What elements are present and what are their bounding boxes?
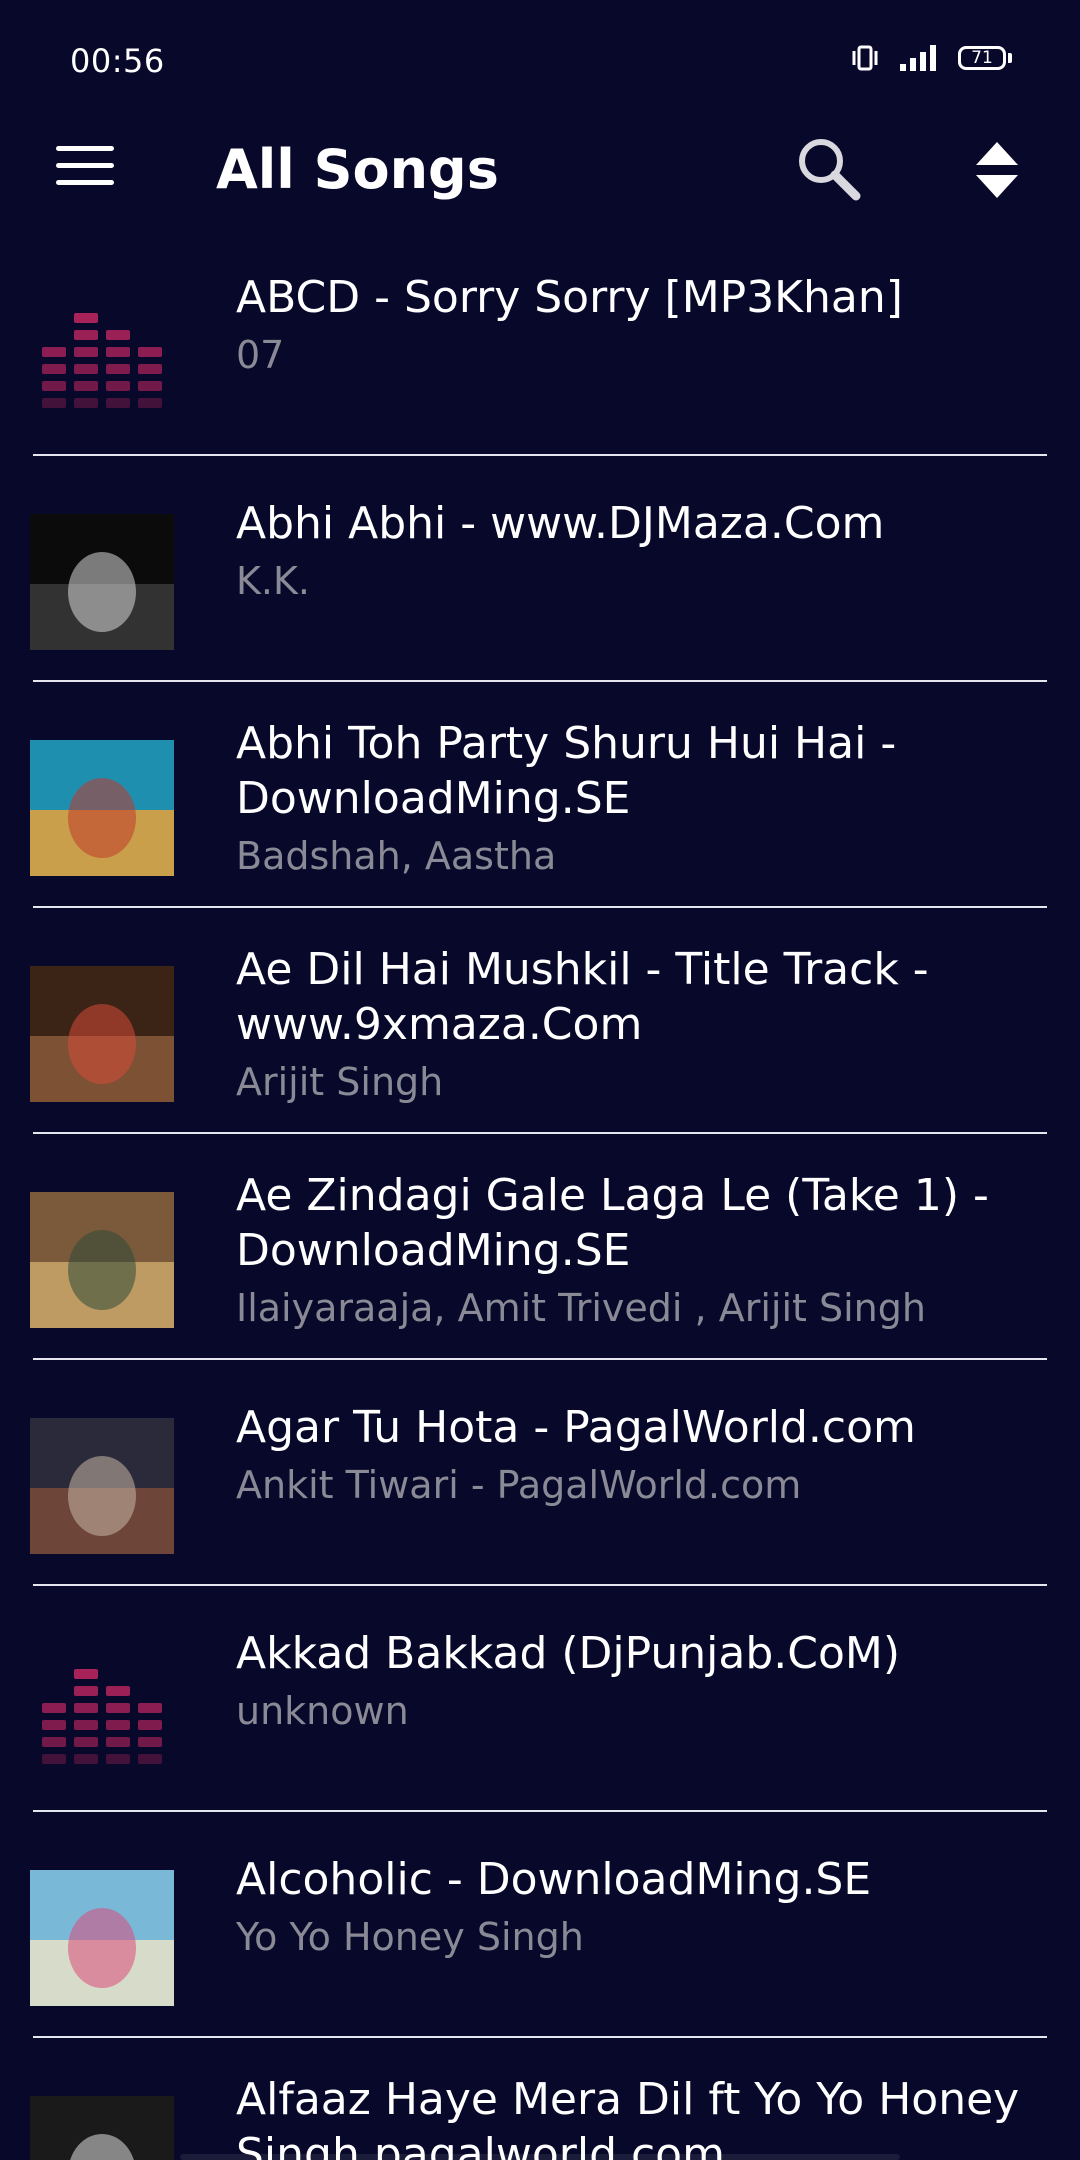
song-title: Agar Tu Hota - PagalWorld.com: [236, 1402, 916, 1453]
song-text: Abhi Toh Party Shuru Hui Hai - DownloadMi…: [236, 716, 1056, 886]
album-cover: [30, 1418, 174, 1554]
battery-level: 71: [958, 46, 1006, 70]
sort-icon[interactable]: [974, 140, 1020, 200]
song-list: ABCD - Sorry Sorry [MP3Khan] 07 Abhi Abhi …: [0, 230, 1080, 2160]
signal-icon: [900, 45, 936, 71]
song-row[interactable]: Alcoholic - DownloadMing.SE Yo Yo Honey S…: [0, 1812, 1080, 2038]
song-artist: 07: [236, 333, 285, 377]
song-title: www.9xmaza.Com: [236, 999, 643, 1050]
song-title: DownloadMing.SE: [236, 1225, 631, 1276]
battery-icon: 71: [958, 46, 1012, 70]
status-icons: 71: [850, 44, 1012, 72]
song-artist: Badshah, Aastha: [236, 834, 557, 878]
song-row[interactable]: Ae Dil Hai Mushkil - Title Track - www.9x…: [0, 908, 1080, 1134]
equalizer-icon: [30, 1644, 174, 1780]
song-text: Alfaaz Haye Mera Dil ft Yo Yo Honey Singh…: [236, 2072, 1056, 2160]
song-row[interactable]: Abhi Abhi - www.DJMaza.Com K.K.: [0, 456, 1080, 682]
song-text: ABCD - Sorry Sorry [MP3Khan] 07: [236, 270, 1056, 385]
song-artist: Arijit Singh: [236, 1060, 444, 1104]
song-title: Abhi Abhi - www.DJMaza.Com: [236, 498, 885, 549]
equalizer-icon: [30, 288, 174, 424]
song-title: Ae Dil Hai Mushkil - Title Track -: [236, 944, 929, 995]
song-title: Alcoholic - DownloadMing.SE: [236, 1854, 872, 1905]
song-title: Abhi Toh Party Shuru Hui Hai -: [236, 718, 897, 769]
song-row[interactable]: Ae Zindagi Gale Laga Le (Take 1) - Downlo…: [0, 1134, 1080, 1360]
song-row[interactable]: Akkad Bakkad (DjPunjab.CoM) unknown: [0, 1586, 1080, 1812]
search-icon[interactable]: [794, 134, 864, 204]
song-row[interactable]: Agar Tu Hota - PagalWorld.com Ankit Tiwar…: [0, 1360, 1080, 1586]
song-text: Alcoholic - DownloadMing.SE Yo Yo Honey S…: [236, 1852, 1056, 1967]
song-text: Ae Dil Hai Mushkil - Title Track - www.9x…: [236, 942, 1056, 1112]
song-title: ABCD - Sorry Sorry [MP3Khan]: [236, 272, 903, 323]
album-cover: [30, 1870, 174, 2006]
vibrate-icon: [852, 45, 878, 71]
song-title: Ae Zindagi Gale Laga Le (Take 1) -: [236, 1170, 989, 1221]
album-cover: [30, 2096, 174, 2160]
song-row[interactable]: Abhi Toh Party Shuru Hui Hai - DownloadMi…: [0, 682, 1080, 908]
album-cover: [30, 514, 174, 650]
song-artist: Ilaiyaraaja, Amit Trivedi , Arijit Singh: [236, 1286, 926, 1330]
song-artist: Yo Yo Honey Singh: [236, 1915, 584, 1959]
song-text: Agar Tu Hota - PagalWorld.com Ankit Tiwar…: [236, 1400, 1056, 1515]
status-time: 00:56: [70, 42, 165, 80]
song-artist: K.K.: [236, 559, 310, 603]
song-text: Akkad Bakkad (DjPunjab.CoM) unknown: [236, 1626, 1056, 1741]
page-title: All Songs: [216, 138, 499, 201]
song-title: DownloadMing.SE: [236, 773, 631, 824]
app-bar: All Songs: [0, 120, 1080, 220]
song-artist: Ankit Tiwari - PagalWorld.com: [236, 1463, 802, 1507]
album-cover: [30, 740, 174, 876]
song-row[interactable]: Alfaaz Haye Mera Dil ft Yo Yo Honey Singh…: [0, 2038, 1080, 2160]
scrollbar[interactable]: [180, 2154, 900, 2160]
status-bar: 00:56 71: [0, 0, 1080, 120]
menu-icon[interactable]: [56, 146, 114, 194]
song-text: Abhi Abhi - www.DJMaza.Com K.K.: [236, 496, 1056, 611]
album-cover: [30, 966, 174, 1102]
song-artist: unknown: [236, 1689, 409, 1733]
song-title: Alfaaz Haye Mera Dil ft Yo Yo Honey: [236, 2074, 1020, 2125]
album-cover: [30, 1192, 174, 1328]
song-row[interactable]: ABCD - Sorry Sorry [MP3Khan] 07: [0, 230, 1080, 456]
song-title: Akkad Bakkad (DjPunjab.CoM): [236, 1628, 901, 1679]
song-text: Ae Zindagi Gale Laga Le (Take 1) - Downlo…: [236, 1168, 1056, 1338]
screen: 00:56 71 All Songs ABCD - Sorry Sorry [M…: [0, 0, 1080, 2160]
